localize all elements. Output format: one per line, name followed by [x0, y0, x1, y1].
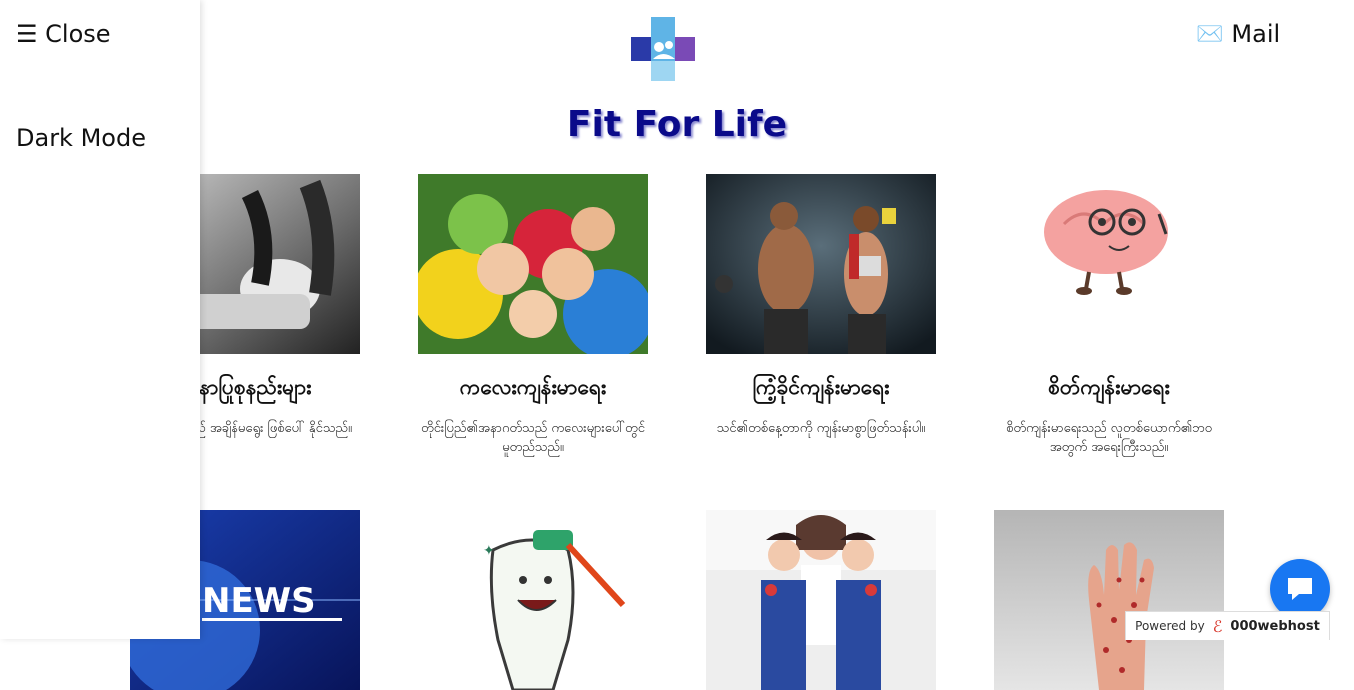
card-desc: သင်၏တစ်နေ့တာကို ကျန်းမာစွာဖြတ်သန်းပါ။	[716, 421, 926, 436]
card-skin[interactable]	[994, 510, 1224, 690]
chat-button[interactable]	[1270, 559, 1330, 619]
card-mental-health[interactable]: စိတ်ကျန်းမာရေး စိတ်ကျန်းမာရေးသည် လူတစ်ယေ…	[994, 174, 1224, 457]
card-dental[interactable]: ✦	[418, 510, 648, 690]
close-menu-button[interactable]: ☰ Close	[16, 20, 111, 48]
news-banner-text: NEWS	[202, 581, 316, 621]
card-image-mental-health	[994, 174, 1224, 354]
mail-label: Mail	[1231, 20, 1281, 48]
chat-bubble-icon	[1288, 578, 1312, 600]
dark-mode-toggle[interactable]: Dark Mode	[16, 124, 146, 152]
card-image-skin	[994, 510, 1224, 690]
card-image-family	[706, 510, 936, 690]
mail-link[interactable]: ✉️ Mail	[1196, 20, 1280, 48]
powered-by-badge[interactable]: Powered by ℰ 000webhost	[1125, 611, 1330, 640]
card-child-health[interactable]: ကလေးကျန်းမာရေး တိုင်းပြည်၏အနာဂတ်သည် ကလေး…	[418, 174, 648, 457]
card-fitness[interactable]: ကြံ့ခိုင်ကျန်းမာရေး သင်၏တစ်နေ့တာကို ကျန်…	[706, 174, 936, 438]
sidebar-menu: ☰ Close Dark Mode	[0, 0, 200, 639]
card-title: ကလေးကျန်းမာရေး	[459, 375, 607, 399]
card-title: ကြံ့ခိုင်ကျန်းမာရေး	[752, 375, 890, 399]
card-image-dental: ✦	[418, 510, 648, 690]
close-menu-label: ☰ Close	[16, 20, 111, 48]
card-image-fitness	[706, 174, 936, 354]
host-logo-icon: ℰ	[1212, 616, 1223, 636]
envelope-icon: ✉️	[1196, 21, 1224, 47]
card-desc: တိုင်းပြည်၏အနာဂတ်သည် ကလေးများပေါ်တွင်မူတ…	[421, 421, 645, 455]
card-title: စိတ်ကျန်းမာရေး	[1048, 375, 1170, 399]
card-desc: စိတ်ကျန်းမာရေးသည် လူတစ်ယောက်၏ဘဝအတွက် အရေ…	[1006, 421, 1212, 455]
powered-by-label: Powered by	[1135, 619, 1205, 633]
site-logo[interactable]	[631, 17, 695, 81]
card-image-child-health	[418, 174, 648, 354]
host-name: 000webhost	[1230, 618, 1320, 634]
site-title: Fit For Life	[566, 104, 788, 145]
card-family[interactable]	[706, 510, 936, 690]
svg-text:✦: ✦	[483, 543, 495, 559]
